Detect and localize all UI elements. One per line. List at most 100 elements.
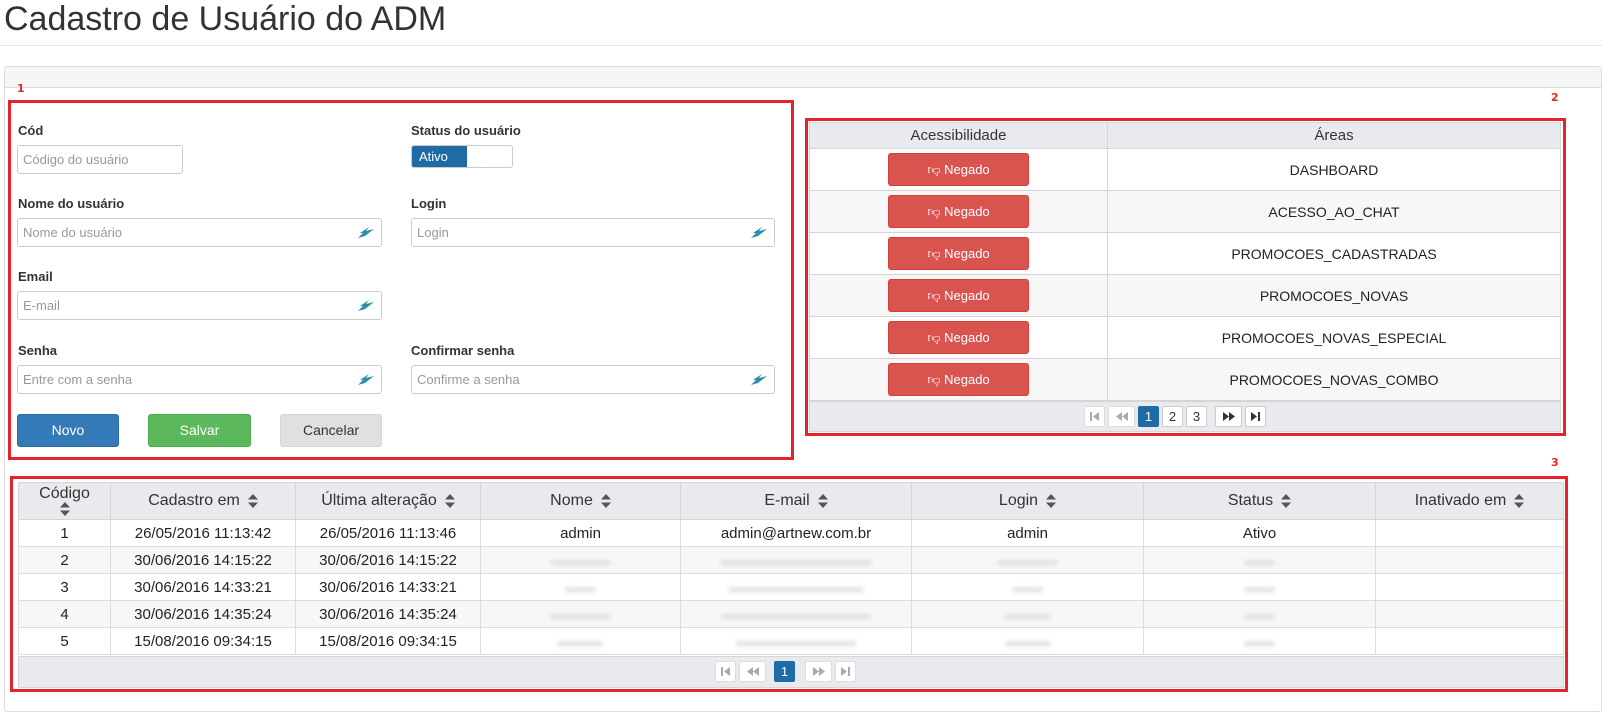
area-cell: ACESSO_AO_CHAT bbox=[1107, 190, 1561, 233]
negado-button[interactable]: 👎︎ Negado bbox=[888, 321, 1029, 354]
sort-icon bbox=[817, 493, 828, 508]
cell-email-blurred: ▬▬▬▬▬▬▬▬▬▬ bbox=[680, 546, 912, 574]
prev-page-icon[interactable] bbox=[1108, 406, 1135, 427]
header-codigo-label: Código bbox=[39, 485, 90, 502]
negado-button[interactable]: 👎︎ Negado bbox=[888, 279, 1029, 312]
email-input[interactable]: E-mail bbox=[17, 291, 382, 320]
table-row[interactable]: 4 30/06/2016 14:35:24 30/06/2016 14:35:2… bbox=[18, 600, 1564, 628]
page-2-button[interactable]: 2 bbox=[1162, 406, 1183, 427]
cell-status-blurred: ▬▬ bbox=[1143, 627, 1376, 655]
nome-label: Nome do usuário bbox=[18, 196, 125, 211]
header-nome[interactable]: Nome bbox=[480, 482, 681, 520]
header-inativado-label: Inativado em bbox=[1414, 492, 1507, 509]
header-status[interactable]: Status bbox=[1143, 482, 1376, 520]
cell-alteracao: 26/05/2016 11:13:46 bbox=[295, 519, 481, 547]
confirmar-label: Confirmar senha bbox=[411, 343, 515, 358]
cell-codigo: 1 bbox=[18, 519, 111, 547]
cell-codigo: 3 bbox=[18, 573, 111, 601]
thumbs-down-icon: 👎︎ bbox=[927, 204, 945, 219]
cell-inativado bbox=[1375, 627, 1564, 655]
header-alteracao[interactable]: Última alteração bbox=[295, 482, 481, 520]
negado-button[interactable]: 👎︎ Negado bbox=[888, 237, 1029, 270]
negado-label: Negado bbox=[944, 246, 990, 261]
cell-cadastro: 26/05/2016 11:13:42 bbox=[110, 519, 296, 547]
header-inativado[interactable]: Inativado em bbox=[1375, 482, 1564, 520]
table-row: 👎︎ Negado PROMOCOES_NOVAS_COMBO bbox=[809, 358, 1561, 401]
negado-button[interactable]: 👎︎ Negado bbox=[888, 153, 1029, 186]
first-page-icon[interactable] bbox=[715, 661, 736, 682]
thumbs-down-icon: 👎︎ bbox=[927, 246, 945, 261]
nome-placeholder: Nome do usuário bbox=[23, 225, 122, 240]
negado-label: Negado bbox=[944, 330, 990, 345]
table-row: 👎︎ Negado PROMOCOES_NOVAS bbox=[809, 274, 1561, 317]
annotation-number-2: 2 bbox=[1551, 91, 1559, 104]
salvar-button[interactable]: Salvar bbox=[148, 414, 251, 447]
confirmar-input[interactable]: Confirme a senha bbox=[411, 365, 775, 394]
title-divider bbox=[0, 45, 1602, 46]
table-row[interactable]: 2 30/06/2016 14:15:22 30/06/2016 14:15:2… bbox=[18, 546, 1564, 574]
pen-icon bbox=[358, 374, 374, 385]
login-label: Login bbox=[411, 196, 447, 211]
header-alteracao-label: Última alteração bbox=[321, 492, 437, 509]
negado-button[interactable]: 👎︎ Negado bbox=[888, 195, 1029, 228]
negado-button[interactable]: 👎︎ Negado bbox=[888, 363, 1029, 396]
cell-cadastro: 30/06/2016 14:33:21 bbox=[110, 573, 296, 601]
page-1-button[interactable]: 1 bbox=[1138, 406, 1159, 427]
page-1-button[interactable]: 1 bbox=[774, 661, 795, 682]
next-page-icon[interactable] bbox=[1215, 406, 1242, 427]
header-email[interactable]: E-mail bbox=[680, 482, 912, 520]
panel-heading bbox=[5, 67, 1601, 88]
cell-codigo: 4 bbox=[18, 600, 111, 628]
page: Cadastro de Usuário do ADM 1 Cód Código … bbox=[0, 0, 1602, 712]
table-row: 👎︎ Negado PROMOCOES_NOVAS_ESPECIAL bbox=[809, 316, 1561, 359]
access-table: Acessibilidade Áreas 👎︎ Negado DASHBOARD… bbox=[809, 122, 1561, 401]
header-codigo[interactable]: Código bbox=[18, 482, 111, 520]
cancelar-button[interactable]: Cancelar bbox=[280, 414, 382, 447]
first-page-icon[interactable] bbox=[1084, 406, 1105, 427]
area-cell: DASHBOARD bbox=[1107, 148, 1561, 191]
cell-cadastro: 15/08/2016 09:34:15 bbox=[110, 627, 296, 655]
last-page-icon[interactable] bbox=[835, 661, 856, 682]
users-table: Código Cadastro em Última alteração Nome… bbox=[18, 482, 1564, 655]
header-acessibilidade: Acessibilidade bbox=[809, 122, 1108, 149]
cell-login-blurred: ▬▬ bbox=[911, 573, 1144, 601]
area-cell: PROMOCOES_CADASTRADAS bbox=[1107, 232, 1561, 275]
header-email-label: E-mail bbox=[764, 492, 810, 509]
prev-page-icon[interactable] bbox=[739, 661, 766, 682]
table-row: 👎︎ Negado ACESSO_AO_CHAT bbox=[809, 190, 1561, 233]
cell-cadastro: 30/06/2016 14:35:24 bbox=[110, 600, 296, 628]
page-3-button[interactable]: 3 bbox=[1186, 406, 1207, 427]
cell-email: admin@artnew.com.br bbox=[680, 519, 912, 547]
annotation-number-3: 3 bbox=[1551, 456, 1559, 469]
cell-alteracao: 15/08/2016 09:34:15 bbox=[295, 627, 481, 655]
status-toggle[interactable]: Ativo bbox=[411, 145, 513, 168]
status-toggle-on: Ativo bbox=[412, 146, 467, 167]
cod-input[interactable]: Código do usuário bbox=[17, 145, 183, 174]
cell-nome-blurred: ▬▬▬▬ bbox=[480, 600, 681, 628]
table-row[interactable]: 1 26/05/2016 11:13:42 26/05/2016 11:13:4… bbox=[18, 519, 1564, 547]
nome-input[interactable]: Nome do usuário bbox=[17, 218, 382, 247]
table-row[interactable]: 5 15/08/2016 09:34:15 15/08/2016 09:34:1… bbox=[18, 627, 1564, 655]
area-cell: PROMOCOES_NOVAS_COMBO bbox=[1107, 358, 1561, 401]
novo-button[interactable]: Novo bbox=[17, 414, 119, 447]
header-login[interactable]: Login bbox=[911, 482, 1144, 520]
header-status-label: Status bbox=[1227, 492, 1274, 509]
negado-label: Negado bbox=[944, 288, 990, 303]
cell-email-blurred: ▬▬▬▬▬▬▬▬▬▬ bbox=[680, 600, 912, 628]
cell-login-blurred: ▬▬▬▬ bbox=[911, 546, 1144, 574]
sort-icon bbox=[1281, 493, 1292, 508]
thumbs-down-icon: 👎︎ bbox=[927, 372, 945, 387]
last-page-icon[interactable] bbox=[1245, 406, 1266, 427]
header-cadastro[interactable]: Cadastro em bbox=[110, 482, 296, 520]
cell-cadastro: 30/06/2016 14:15:22 bbox=[110, 546, 296, 574]
table-row[interactable]: 3 30/06/2016 14:33:21 30/06/2016 14:33:2… bbox=[18, 573, 1564, 601]
login-placeholder: Login bbox=[417, 225, 449, 240]
login-input[interactable]: Login bbox=[411, 218, 775, 247]
page-title: Cadastro de Usuário do ADM bbox=[4, 0, 447, 38]
sort-icon bbox=[444, 493, 455, 508]
email-label: Email bbox=[18, 269, 53, 284]
next-page-icon[interactable] bbox=[805, 661, 832, 682]
confirmar-placeholder: Confirme a senha bbox=[417, 372, 520, 387]
senha-input[interactable]: Entre com a senha bbox=[17, 365, 382, 394]
cell-status-blurred: ▬▬ bbox=[1143, 546, 1376, 574]
